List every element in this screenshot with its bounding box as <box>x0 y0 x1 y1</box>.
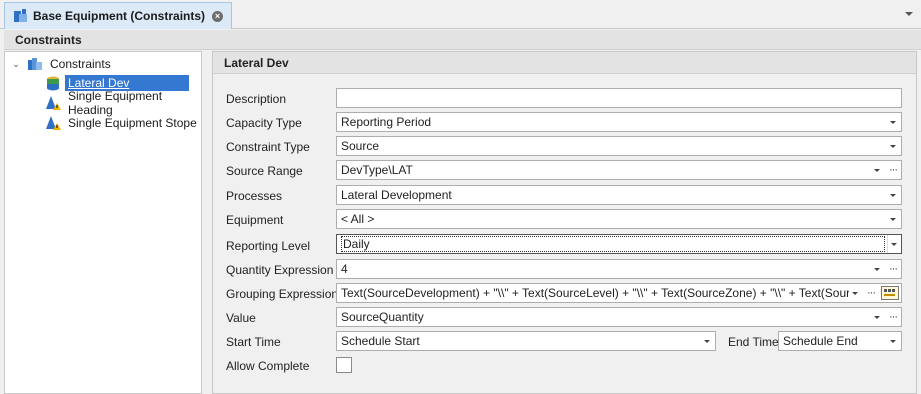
grouping-expression-input[interactable]: Text(SourceDevelopment) + "\\" + Text(So… <box>336 283 902 303</box>
warning-constraint-icon <box>45 115 61 131</box>
quantity-expression-label: Quantity Expression <box>226 263 334 277</box>
quantity-expression-input[interactable]: 4 ··· <box>336 259 902 279</box>
chevron-down-icon[interactable] <box>871 260 885 278</box>
value-label: Value <box>226 311 256 325</box>
capacity-type-label: Capacity Type <box>226 116 302 130</box>
chevron-down-icon[interactable] <box>887 137 901 155</box>
ellipsis-button[interactable]: ··· <box>885 161 901 179</box>
value-value: SourceQuantity <box>341 310 424 324</box>
allow-complete-label: Allow Complete <box>226 359 310 373</box>
processes-select[interactable]: Lateral Development <box>336 185 902 205</box>
equipment-label: Equipment <box>226 213 284 227</box>
grouping-expression-value: Text(SourceDevelopment) + "\\" + Text(So… <box>341 286 849 300</box>
chevron-down-icon[interactable] <box>905 12 913 16</box>
chevron-down-icon[interactable] <box>887 332 901 350</box>
grouping-expression-label: Grouping Expression <box>226 287 339 301</box>
chevron-down-icon[interactable] <box>887 113 901 131</box>
source-range-value: DevType\LAT <box>341 163 413 177</box>
ellipsis-button[interactable]: ··· <box>885 260 901 278</box>
tree-node-single-equipment-heading[interactable]: Single Equipment Heading <box>45 89 201 117</box>
chevron-down-icon[interactable] <box>849 284 863 302</box>
reporting-level-label: Reporting Level <box>226 239 311 253</box>
document-tab-title: Base Equipment (Constraints) <box>33 9 206 23</box>
document-tab-strip: Base Equipment (Constraints) × <box>0 0 921 29</box>
source-range-label: Source Range <box>226 164 303 178</box>
tree-node-single-equipment-stope[interactable]: Single Equipment Stope <box>45 114 200 132</box>
group-header: Constraints <box>4 30 921 50</box>
constraint-type-select[interactable]: Source <box>336 136 902 156</box>
description-label: Description <box>226 92 287 106</box>
tree-node-label: Single Equipment Stope <box>68 116 197 130</box>
reporting-level-value: Daily <box>341 236 885 252</box>
ellipsis-button[interactable]: ··· <box>863 284 879 302</box>
close-icon[interactable]: × <box>212 11 223 22</box>
chevron-down-icon[interactable] <box>887 235 901 253</box>
end-time-label: End Time <box>728 335 779 349</box>
constraint-type-label: Constraint Type <box>226 140 310 154</box>
chevron-down-icon[interactable] <box>887 210 901 228</box>
source-range-select[interactable]: DevType\LAT ··· <box>336 160 902 180</box>
capacity-type-value: Reporting Period <box>341 115 432 129</box>
equipment-select[interactable]: < All > <box>336 209 902 229</box>
details-panel: Lateral Dev Description Capacity Type Re… <box>212 51 917 394</box>
ellipsis-button[interactable]: ··· <box>885 308 901 326</box>
processes-label: Processes <box>226 189 283 203</box>
chevron-down-icon[interactable]: ⌄ <box>11 59 21 70</box>
end-time-select[interactable]: Schedule End <box>778 331 902 351</box>
constraint-type-value: Source <box>341 139 380 153</box>
constraints-folder-icon <box>27 56 43 72</box>
equipment-icon <box>13 8 29 24</box>
chevron-down-icon[interactable] <box>871 161 885 179</box>
processes-value: Lateral Development <box>341 188 452 202</box>
start-time-value: Schedule Start <box>341 334 420 348</box>
chevron-down-icon[interactable] <box>701 332 715 350</box>
allow-complete-checkbox[interactable] <box>336 357 352 373</box>
details-title: Lateral Dev <box>213 52 916 74</box>
stack-icon <box>45 75 61 91</box>
chevron-down-icon[interactable] <box>887 186 901 204</box>
equipment-value: < All > <box>341 212 375 226</box>
document-tab[interactable]: Base Equipment (Constraints) × <box>4 2 232 29</box>
end-time-value: Schedule End <box>783 334 858 348</box>
warning-constraint-icon <box>45 95 61 111</box>
chevron-down-icon[interactable] <box>871 308 885 326</box>
constraints-tree[interactable]: ⌄ Constraints Lateral Dev Single Equipme… <box>4 51 202 394</box>
expression-builder-icon[interactable] <box>881 286 899 300</box>
tree-node-label: Constraints <box>50 57 111 71</box>
capacity-type-select[interactable]: Reporting Period <box>336 112 902 132</box>
quantity-expression-value: 4 <box>341 262 348 276</box>
start-time-select[interactable]: Schedule Start <box>336 331 716 351</box>
tree-node-constraints[interactable]: ⌄ Constraints <box>11 55 114 73</box>
reporting-level-select[interactable]: Daily <box>336 234 902 254</box>
description-input[interactable] <box>336 88 902 108</box>
value-input[interactable]: SourceQuantity ··· <box>336 307 902 327</box>
start-time-label: Start Time <box>226 335 281 349</box>
